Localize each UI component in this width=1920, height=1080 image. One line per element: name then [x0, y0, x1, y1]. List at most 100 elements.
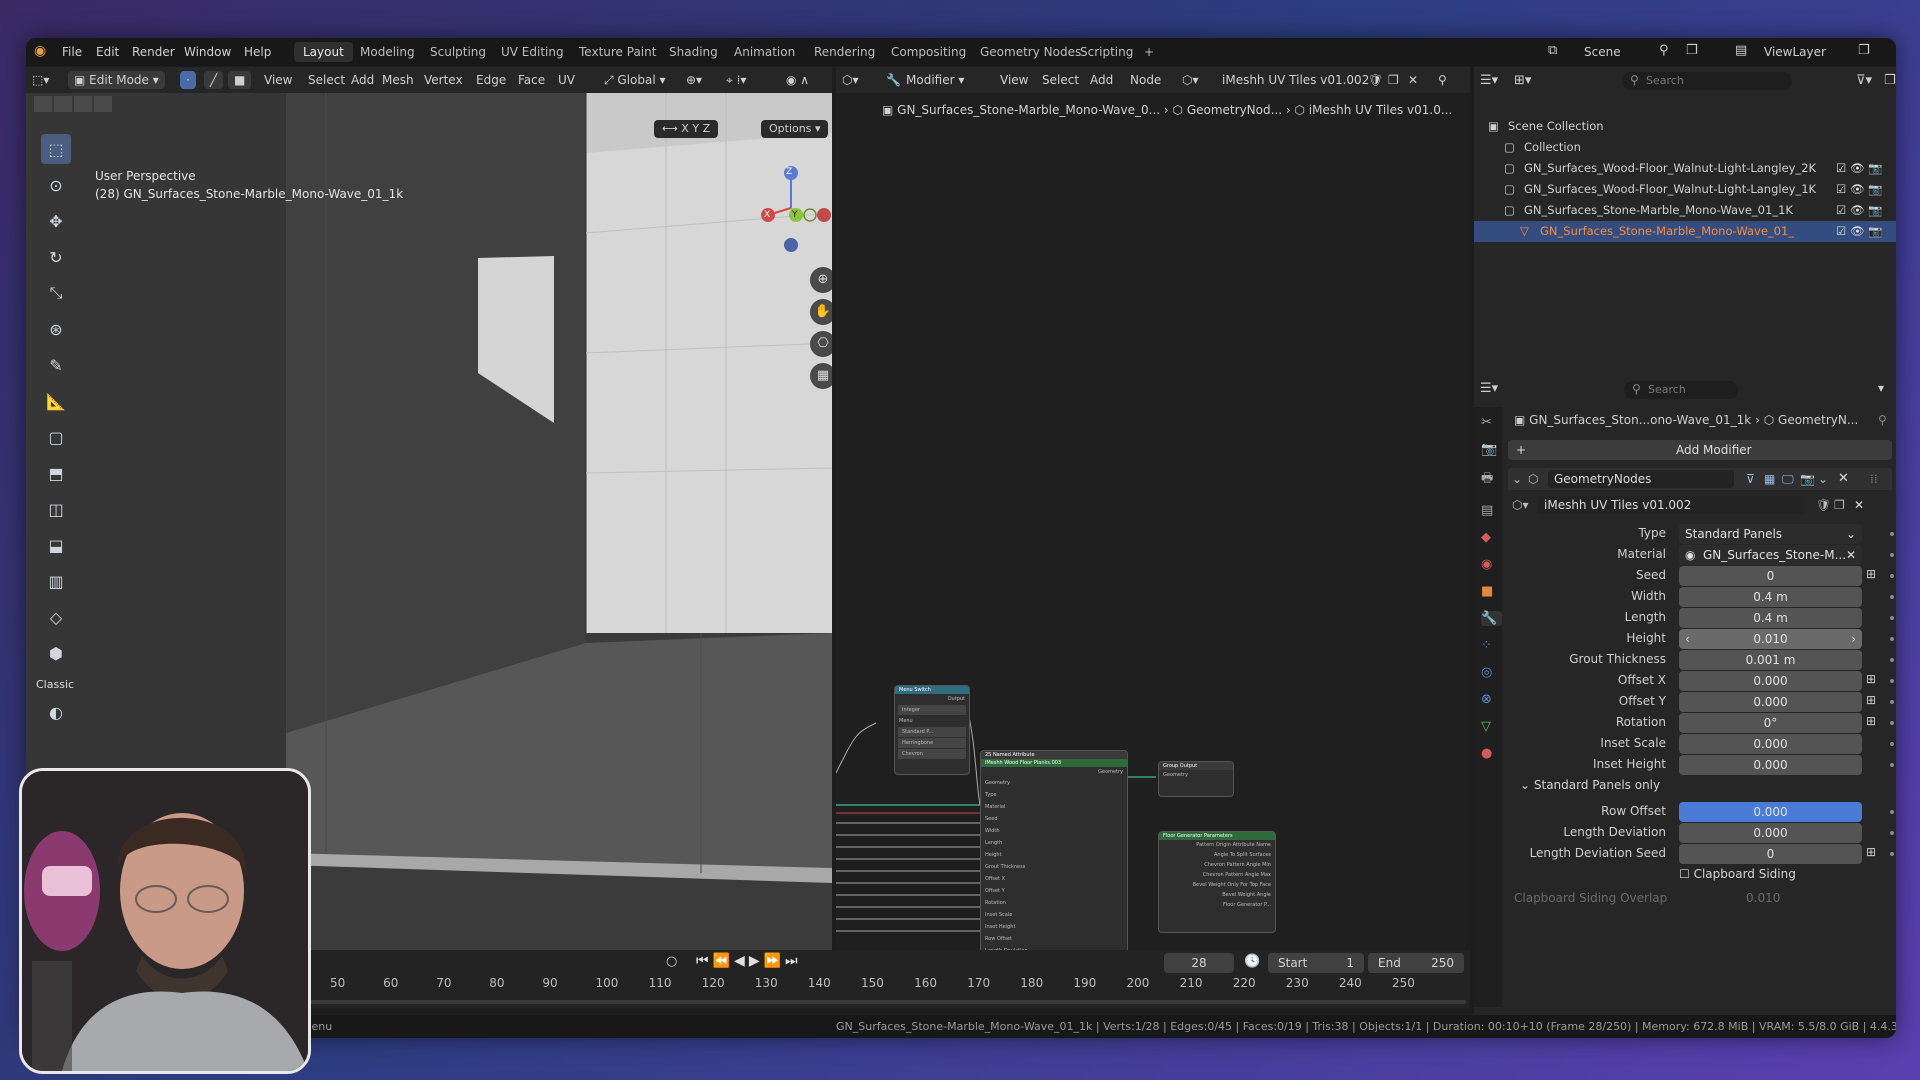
- visibility-toggles[interactable]: ☑ 👁 📷: [1836, 200, 1883, 221]
- modifier-name-field[interactable]: GeometryNodes: [1548, 470, 1734, 488]
- keyframe-record-icon[interactable]: ○: [666, 954, 677, 969]
- keyframe-dot-icon[interactable]: [1890, 574, 1894, 578]
- keyframe-dot-icon[interactable]: [1890, 831, 1894, 835]
- end-frame-field[interactable]: End 250: [1368, 953, 1464, 973]
- tab-compositing[interactable]: Compositing: [882, 42, 975, 62]
- increment-arrow-icon[interactable]: ›: [1851, 629, 1856, 649]
- clear-material-icon[interactable]: ✕: [1846, 545, 1856, 565]
- pin-node-tree-icon[interactable]: ⚲: [1438, 71, 1447, 89]
- render-tab-icon[interactable]: 📷: [1481, 442, 1502, 457]
- drag-handle-icon[interactable]: ⁞⁞: [1870, 468, 1878, 490]
- attribute-toggle-icon[interactable]: ⊞: [1866, 672, 1876, 686]
- menu-vertex[interactable]: Vertex: [424, 71, 463, 89]
- property-field[interactable]: 0.000: [1679, 692, 1862, 712]
- modifier-dropdown[interactable]: Modifier ▾: [906, 71, 964, 89]
- menu-face[interactable]: Face: [518, 71, 545, 89]
- keyframe-dot-icon[interactable]: [1890, 532, 1894, 536]
- new-view-layer-icon[interactable]: ❐: [1858, 43, 1870, 58]
- node-menu-select[interactable]: Select: [1042, 71, 1079, 89]
- unlink-icon[interactable]: ✕: [1854, 494, 1864, 516]
- outliner-row[interactable]: ▽ GN_Surfaces_Stone-Marble_Mono-Wave_01_ ☑…: [1474, 221, 1896, 242]
- world-tab-icon[interactable]: ◉: [1481, 557, 1502, 572]
- node-param-row[interactable]: Floor Generator P...: [1159, 900, 1275, 910]
- pivot-icon[interactable]: ⊕▾: [686, 71, 702, 89]
- prev-keyframe-icon[interactable]: ⏪: [713, 953, 734, 969]
- node-input-socket[interactable]: Rotation: [981, 897, 1127, 909]
- jump-start-icon[interactable]: ⏮: [696, 953, 713, 969]
- new-collection-icon[interactable]: ❐: [1884, 73, 1896, 88]
- add-modifier-button[interactable]: + Add Modifier: [1508, 440, 1892, 460]
- play-icon[interactable]: ▶: [749, 953, 764, 969]
- property-field[interactable]: 0.000: [1679, 671, 1862, 691]
- editor-type-icon[interactable]: ⬚▾: [32, 71, 49, 89]
- bevel-icon[interactable]: ⬓: [41, 530, 71, 560]
- outliner-editor-icon[interactable]: ☰▾: [1480, 73, 1498, 88]
- property-field[interactable]: 0: [1679, 566, 1862, 586]
- start-frame-field[interactable]: Start 1: [1268, 953, 1364, 973]
- menu-edit[interactable]: Edit: [96, 45, 119, 59]
- select-box-icon[interactable]: ⬚: [41, 134, 71, 164]
- node-input-socket[interactable]: Offset Y: [981, 885, 1127, 897]
- node-group-name[interactable]: iMeshh UV Tiles v01.002: [1222, 71, 1369, 89]
- property-field[interactable]: 0.4 m: [1679, 608, 1862, 628]
- node-param-row[interactable]: Angle To Split Surfaces: [1159, 850, 1275, 860]
- visibility-toggles[interactable]: ☑ 👁 📷: [1836, 158, 1883, 179]
- fake-user-icon[interactable]: 🛡: [1816, 494, 1831, 516]
- node-tree-type-icon[interactable]: 🔧: [886, 71, 901, 89]
- proportional-edit-icon[interactable]: ◉ ∧: [786, 71, 809, 89]
- tab-uv-editing[interactable]: UV Editing: [492, 42, 573, 62]
- keyframe-dot-icon[interactable]: [1890, 763, 1894, 767]
- menu-add[interactable]: Add: [351, 71, 374, 89]
- node-input-socket[interactable]: Length: [981, 837, 1127, 849]
- node-param-row[interactable]: Bevel Weight Only For Top Face: [1159, 880, 1275, 890]
- node-param-row[interactable]: Chevron Pattern Angle Min: [1159, 860, 1275, 870]
- keyframe-dot-icon[interactable]: [1890, 616, 1894, 620]
- properties-search[interactable]: ⚲ Search: [1624, 381, 1738, 399]
- tab-modeling[interactable]: Modeling: [351, 42, 424, 62]
- menu-edge[interactable]: Edge: [476, 71, 506, 89]
- snap-icon[interactable]: ⌖ ⁞▾: [726, 71, 746, 89]
- filter-icon[interactable]: ⊽▾: [1856, 73, 1872, 88]
- play-reverse-icon[interactable]: ◀: [734, 953, 749, 969]
- keyframe-dot-icon[interactable]: [1890, 658, 1894, 662]
- keyframe-dot-icon[interactable]: [1890, 721, 1894, 725]
- edge-select-icon[interactable]: ╱: [204, 71, 224, 89]
- loop-cut-icon[interactable]: ▥: [41, 566, 71, 596]
- node-tree-icon[interactable]: ⬡▾: [1512, 494, 1529, 516]
- vertex-select-icon[interactable]: ⋅: [180, 71, 196, 89]
- node-editor-type-icon[interactable]: ⬡▾: [842, 71, 859, 89]
- pin-icon[interactable]: ⚲: [1878, 413, 1887, 427]
- select-extend-icon[interactable]: [54, 96, 72, 112]
- tab-animation[interactable]: Animation: [725, 42, 804, 62]
- property-field[interactable]: Standard Panels ⌄: [1679, 524, 1862, 544]
- standard-panels-subpanel-header[interactable]: ⌄ Standard Panels only: [1520, 778, 1660, 792]
- scene-tab-icon[interactable]: ◆: [1481, 530, 1502, 545]
- physics-tab-icon[interactable]: ◎: [1481, 665, 1502, 680]
- clock-icon[interactable]: 🕓: [1244, 954, 1260, 969]
- annotate-icon[interactable]: ✎: [41, 350, 71, 380]
- attribute-toggle-icon[interactable]: ⊞: [1866, 845, 1876, 859]
- node-param-row[interactable]: Chevron Pattern Angle Max: [1159, 870, 1275, 880]
- tab-rendering[interactable]: Rendering: [805, 42, 884, 62]
- node-input-socket[interactable]: Row Offset: [981, 933, 1127, 945]
- menu-switch-row[interactable]: Integer: [898, 705, 966, 715]
- data-tab-icon[interactable]: ▽: [1481, 719, 1502, 734]
- node-group-selector[interactable]: ⬡▾ iMeshh UV Tiles v01.002 🛡 ❐ ✕: [1508, 494, 1892, 516]
- knife-icon[interactable]: ◇: [41, 602, 71, 632]
- menu-switch-node[interactable]: Menu Switch Output Integer Menu Standard…: [894, 685, 970, 775]
- grid-view-icon[interactable]: ▦: [810, 363, 832, 389]
- view-layer-name[interactable]: ViewLayer: [1764, 45, 1826, 59]
- node-input-socket[interactable]: Width: [981, 825, 1127, 837]
- transform-orientation[interactable]: ⤢ Global ▾: [604, 71, 666, 89]
- chevron-down-icon[interactable]: ⌄: [1818, 468, 1828, 490]
- property-field[interactable]: 0.000: [1679, 734, 1862, 754]
- outliner-search[interactable]: ⚲ Search: [1622, 72, 1792, 90]
- group-output-node[interactable]: Group Output Geometry: [1158, 761, 1234, 797]
- menu-help[interactable]: Help: [244, 45, 271, 59]
- select-subtract-icon[interactable]: [74, 96, 92, 112]
- poly-build-icon[interactable]: ⬢: [41, 638, 71, 668]
- node-menu-view[interactable]: View: [1000, 71, 1028, 89]
- select-invert-icon[interactable]: [94, 96, 112, 112]
- current-frame-field[interactable]: 28: [1164, 953, 1234, 973]
- viewport-toggle-icon[interactable]: 🖵: [1782, 468, 1794, 490]
